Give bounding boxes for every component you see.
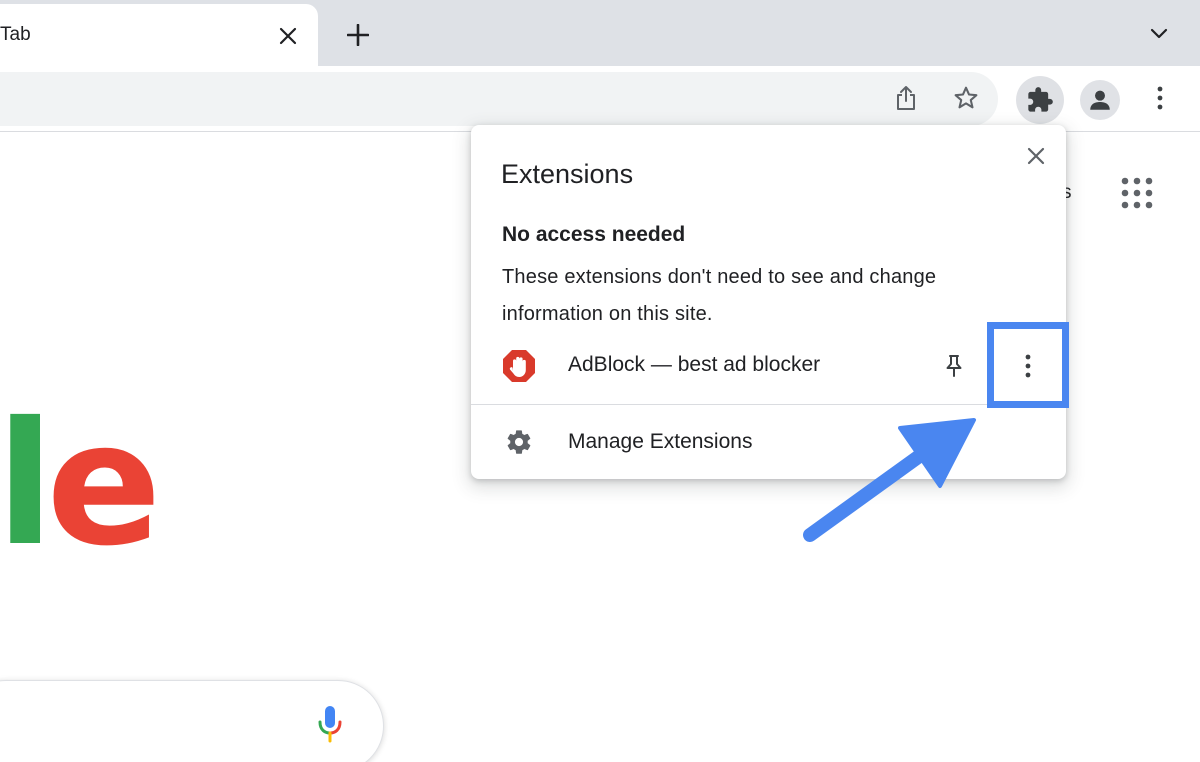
close-icon bbox=[279, 27, 297, 45]
tab-search-button[interactable] bbox=[1142, 18, 1176, 50]
extension-item[interactable]: AdBlock — best ad blocker bbox=[471, 331, 1066, 403]
popup-title: Extensions bbox=[501, 159, 634, 189]
chrome-menu-button[interactable] bbox=[1140, 78, 1180, 118]
pin-extension-button[interactable] bbox=[937, 349, 971, 383]
kebab-icon bbox=[1157, 86, 1163, 110]
google-logo-partial: le bbox=[0, 400, 162, 600]
logo-letter-e: e bbox=[46, 386, 161, 584]
grid-icon bbox=[1121, 177, 1153, 209]
extensions-button[interactable] bbox=[1016, 76, 1064, 124]
share-button[interactable] bbox=[886, 78, 926, 118]
new-tab-button[interactable] bbox=[340, 17, 376, 53]
extensions-popup: Extensions No access needed These extens… bbox=[471, 125, 1066, 479]
plus-icon bbox=[347, 24, 369, 46]
highlight-box bbox=[987, 322, 1069, 408]
share-icon bbox=[897, 86, 915, 110]
section-description: These extensions don't need to see and c… bbox=[502, 266, 937, 325]
extension-name: AdBlock — best ad blocker bbox=[568, 353, 821, 376]
mic-icon bbox=[318, 706, 342, 743]
chevron-down-icon bbox=[1150, 28, 1168, 39]
tab-title: Tab bbox=[0, 24, 31, 45]
gear-icon bbox=[507, 430, 531, 454]
adblock-hand-icon bbox=[503, 350, 535, 382]
popup-divider bbox=[471, 404, 1066, 405]
popup-close-button[interactable] bbox=[1019, 139, 1053, 173]
manage-extensions-label: Manage Extensions bbox=[568, 430, 753, 453]
section-title: No access needed bbox=[502, 223, 686, 246]
tab-strip: Tab bbox=[0, 0, 1200, 66]
pin-icon bbox=[946, 355, 962, 377]
address-bar[interactable] bbox=[0, 72, 998, 126]
manage-extensions-button[interactable]: Manage Extensions bbox=[471, 406, 1066, 476]
active-tab[interactable]: Tab bbox=[0, 4, 318, 66]
google-apps-button[interactable] bbox=[1118, 174, 1156, 212]
tab-close-button[interactable] bbox=[273, 21, 303, 51]
star-icon bbox=[954, 86, 978, 109]
person-icon bbox=[1090, 90, 1110, 110]
voice-search-button[interactable] bbox=[312, 703, 348, 745]
bookmark-star-button[interactable] bbox=[946, 78, 986, 118]
toolbar bbox=[0, 66, 1200, 132]
close-icon bbox=[1027, 147, 1045, 165]
logo-letter-l: l bbox=[0, 386, 54, 584]
profile-button[interactable] bbox=[1080, 80, 1120, 120]
browser-window: Tab s le Extensions No access needed The… bbox=[0, 0, 1200, 762]
puzzle-icon bbox=[1028, 87, 1053, 112]
